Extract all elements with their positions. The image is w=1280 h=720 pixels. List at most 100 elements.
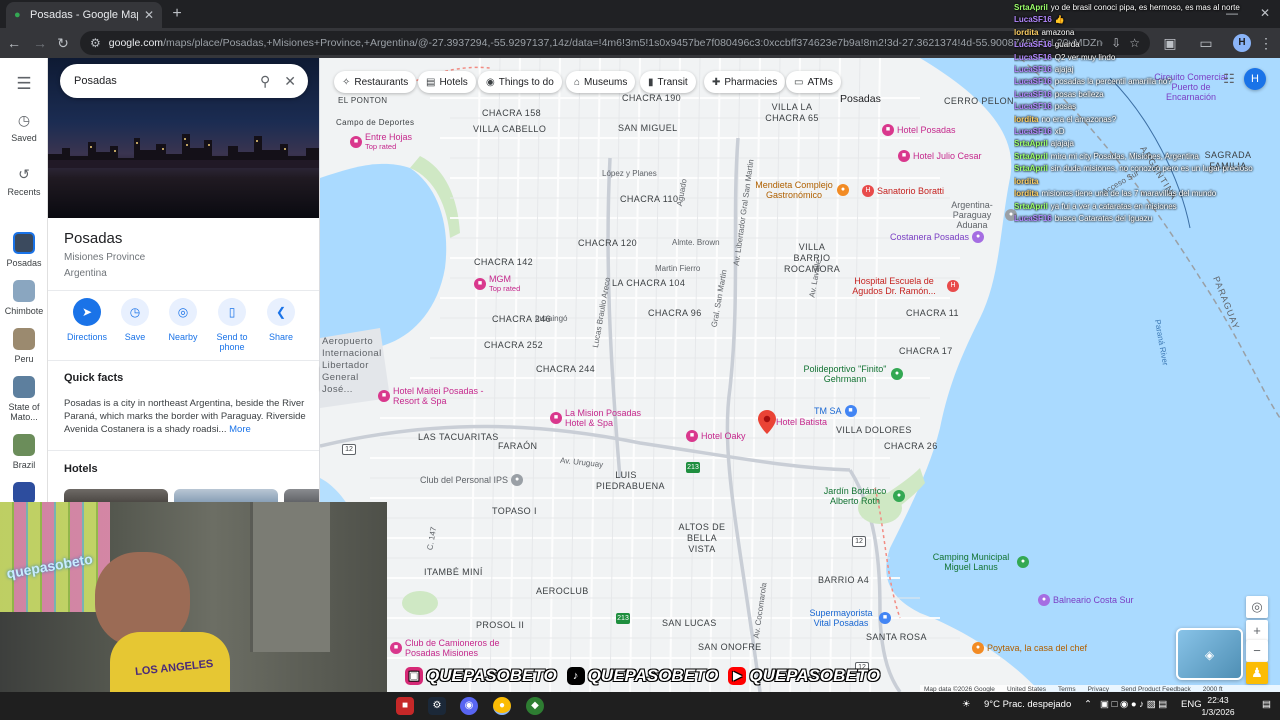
clear-search-icon[interactable]: ✕ — [284, 73, 296, 90]
nearby-button[interactable]: ◎ Nearby — [158, 298, 208, 342]
chrome-icon[interactable]: ● — [493, 697, 511, 715]
selected-place-pin[interactable] — [758, 410, 776, 434]
chat-user: LucaSF16 — [1014, 102, 1052, 112]
poi-balneario[interactable]: ● Balneario Costa Sur — [1038, 594, 1134, 606]
poi-hotel-julio-cesar[interactable]: ■ Hotel Julio Cesar — [898, 150, 982, 162]
area-label: TOPASO I — [492, 506, 537, 516]
notifications-icon[interactable]: ▤ — [1262, 699, 1271, 710]
beach-icon: ● — [1038, 594, 1050, 606]
chip-museums[interactable]: ⌂ Museums — [566, 71, 636, 93]
poi-hotel-batista[interactable]: Hotel Batista — [776, 417, 827, 427]
taskbar-app-icon[interactable]: ■ — [396, 697, 414, 715]
poi-aduana[interactable]: Argentina-Paraguay Aduana ● — [942, 200, 1017, 230]
poi-camping[interactable]: Camping Municipal Miguel Lanus ● — [928, 552, 1029, 572]
new-tab-icon[interactable]: + — [168, 5, 186, 23]
recent-item-brazil[interactable]: Brazil — [0, 434, 48, 470]
chip-restaurants[interactable]: ✧ Restaurants — [334, 71, 417, 93]
menu-button[interactable]: ☰ — [0, 74, 48, 98]
poi-mendieta[interactable]: Mendieta Complejo Gastronómico ● — [754, 180, 849, 200]
poi-hotel-oaky[interactable]: ■ Hotel Oaky — [686, 430, 746, 442]
site-info-icon[interactable]: ⚙ — [90, 36, 101, 50]
poi-club-camioneros[interactable]: ■ Club de Camioneros de Posadas Misiones — [390, 638, 515, 658]
landmark-icon: ● — [972, 231, 985, 243]
taskbar-clock[interactable]: 22:43 1/3/2026 — [1196, 694, 1240, 718]
share-button[interactable]: ❮ Share — [256, 298, 306, 342]
restaurant-icon: ● — [837, 184, 849, 196]
url-bar[interactable]: ⚙ google.com/maps/place/Posadas,+Misione… — [80, 31, 1150, 55]
chat-message: SrtaApril yo de brasil conoci pipa, es he… — [1014, 2, 1280, 14]
social-handles-banner: ▣ QUEPASOBETO ♪ QUEPASOBETO ▶ QUEPASOBETO — [405, 664, 880, 688]
weather-text[interactable]: 9°C Prac. despejado — [984, 699, 1071, 710]
recent-item-posadas[interactable]: Posadas — [0, 232, 48, 268]
area-label: EL PONTON — [338, 96, 388, 105]
hotel-icon: ■ — [882, 124, 894, 136]
share-icon: ❮ — [267, 298, 295, 326]
chat-message: lordita misiones tiene una de las 7 marav… — [1014, 188, 1280, 200]
clock-time: 22:43 — [1207, 695, 1229, 705]
nearby-label: Nearby — [168, 332, 198, 342]
poi-label: Sanatorio Boratti — [877, 186, 945, 196]
route-shield: 12 — [852, 536, 866, 547]
recent-item-chimbote[interactable]: Chimbote — [0, 280, 48, 316]
chip-things-to-do[interactable]: ◉ Things to do — [478, 71, 562, 93]
instagram-handle: ▣ QUEPASOBETO — [405, 666, 557, 686]
directions-button[interactable]: ➤ Directions — [62, 298, 112, 342]
poi-polideportivo[interactable]: Polideportivo "Finito" Gehrmann ● — [802, 364, 903, 384]
chat-text: yo de brasil conoci pipa, es hermoso, es… — [1050, 3, 1240, 12]
chip-pharmacies[interactable]: ✚ Pharmacies — [704, 71, 786, 93]
recent-label: State of Mato... — [8, 402, 40, 422]
more-link[interactable]: More — [229, 424, 251, 435]
poi-poytava[interactable]: ● Poytava, la casa del chef — [972, 642, 1087, 654]
minus-icon: − — [1253, 643, 1261, 658]
poi-label: Club de Camioneros de Posadas Misiones — [405, 638, 500, 658]
poi-hospital-escuela[interactable]: Hospital Escuela de Agudos Dr. Ramón... H — [844, 276, 959, 296]
poi-mgm[interactable]: ■ MGM Top rated — [474, 274, 520, 293]
chip-atms[interactable]: ▭ ATMs — [786, 71, 841, 93]
area-label: CHACRA 110 — [620, 194, 679, 204]
poi-la-mision[interactable]: ■ La Mision Posadas Hotel & Spa — [550, 408, 651, 428]
tray-icons[interactable]: ▣ □ ◉ ● ♪ ▧ ▤ — [1100, 699, 1167, 710]
search-input[interactable]: Posadas — [74, 75, 246, 87]
youtube-handle: ▶ QUEPASOBETO — [728, 666, 880, 686]
tray-overflow-icon[interactable]: ⌃ — [1084, 699, 1092, 710]
chip-hotels[interactable]: ▤ Hotels — [418, 71, 476, 93]
poi-hotel-maitei[interactable]: ■ Hotel Maitei Posadas - Resort & Spa — [378, 386, 489, 406]
chip-transit[interactable]: ▮ Transit — [640, 71, 696, 93]
poi-tm-sa[interactable]: TM SA ■ — [814, 405, 857, 417]
poi-entre-hojas[interactable]: ■ Entre Hojas Top rated — [350, 132, 412, 151]
my-location-button[interactable]: ◎ — [1246, 596, 1268, 618]
poi-costanera[interactable]: Costanera Posadas ● — [890, 231, 985, 243]
saved-button[interactable]: ◷ Saved — [0, 112, 48, 143]
poi-club-ips[interactable]: Club del Personal IPS ● — [420, 474, 524, 486]
browser-tab[interactable]: ● Posadas - Google Maps ✕ — [6, 2, 162, 28]
recents-button[interactable]: ↺ Recents — [0, 166, 48, 197]
forward-icon[interactable]: → — [32, 35, 48, 51]
recent-item-peru[interactable]: Peru — [0, 328, 48, 364]
poi-supermayorista[interactable]: Supermayorista Vital Posadas ■ — [806, 608, 891, 628]
weather-icon[interactable]: ☀ — [962, 699, 971, 710]
street-view-button[interactable]: ♟ — [1246, 662, 1268, 684]
save-button[interactable]: ◷ Save — [110, 298, 160, 342]
poi-label: Camping Municipal Miguel Lanus — [932, 552, 1010, 572]
discord-icon[interactable]: ◉ — [460, 697, 478, 715]
zoom-out-button[interactable]: − — [1246, 640, 1268, 662]
back-icon[interactable]: ← — [6, 35, 22, 51]
recent-item-mato-grosso[interactable]: State of Mato... — [0, 376, 48, 422]
chat-message: lordita no era el amazonas? — [1014, 114, 1280, 126]
poi-jardin-botanico[interactable]: Jardín Botánico Alberto Roth ● — [820, 486, 905, 506]
taskbar-app-icon[interactable]: ◆ — [526, 697, 544, 715]
saved-label: Saved — [11, 133, 37, 143]
bed-icon: ▤ — [426, 76, 436, 88]
poi-hotel-posadas[interactable]: ■ Hotel Posadas — [882, 124, 956, 136]
webcam-overlay: LOS ANGELES quepasobeto — [0, 502, 387, 692]
zoom-in-button[interactable]: + — [1246, 620, 1268, 642]
close-tab-icon[interactable]: ✕ — [144, 8, 154, 22]
steam-icon[interactable]: ⚙ — [428, 697, 446, 715]
send-to-phone-button[interactable]: ▯ Send to phone — [207, 298, 257, 352]
reload-icon[interactable]: ↻ — [55, 35, 71, 52]
search-box[interactable]: Posadas ⚲ ✕ — [60, 64, 308, 98]
quick-facts-heading: Quick facts — [64, 372, 124, 384]
poi-sanatorio-boratti[interactable]: H Sanatorio Boratti — [862, 185, 944, 197]
layers-button[interactable]: ◈ — [1176, 628, 1243, 680]
search-icon[interactable]: ⚲ — [260, 73, 270, 90]
